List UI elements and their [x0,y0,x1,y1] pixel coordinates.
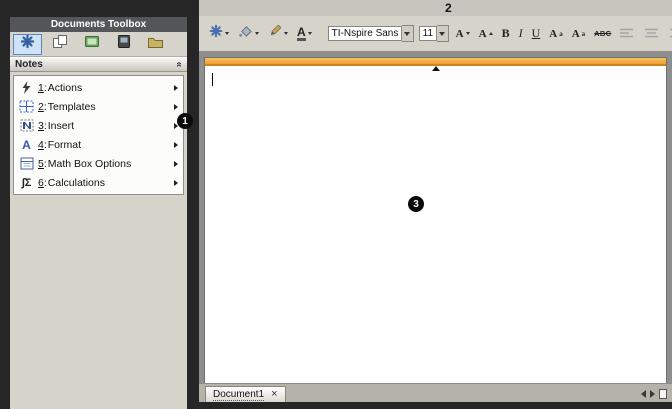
font-family-value: TI-Nspire Sans [328,26,402,41]
superscript-button[interactable]: Aa [547,24,564,44]
increase-arrow-icon [489,32,493,35]
fill-color-button[interactable] [236,24,261,44]
page-sorter-icon[interactable] [659,389,667,399]
insert-shape-icon [17,119,36,132]
submenu-arrow-icon [174,180,178,186]
notes-section-header[interactable]: Notes » [10,57,187,72]
callout-3: 3 [408,196,424,212]
documents-toolbox-panel: Documents Toolbox [10,17,187,409]
main-area: 2 A [199,0,672,409]
align-center-button[interactable] [643,24,660,44]
menu-item-format[interactable]: A 4:Format [14,135,183,154]
page-sorter-tab[interactable] [45,34,74,55]
submenu-arrow-icon [174,161,178,167]
align-center-icon [645,28,658,39]
up-arrow-icon [432,49,440,71]
toolbar-collapse-arrow[interactable] [432,49,440,67]
folder-icon [147,35,164,54]
dark-device-icon [116,34,132,54]
font-size-select[interactable]: 11 [419,25,449,42]
pages-icon [52,34,68,54]
document-tab[interactable]: Document1 × [205,386,286,402]
font-family-dropdown-button[interactable] [402,25,414,42]
templates-grid-icon [17,100,36,113]
lightning-bolt-icon [17,81,36,94]
menu-item-insert[interactable]: 3:Insert [14,116,183,135]
collapse-chevron-icon[interactable]: » [176,59,182,70]
integral-sigma-icon: ∫Σ [17,177,36,189]
notes-title: Notes [15,59,43,70]
text-color-a-icon: A [297,26,306,42]
content-explorer-tab[interactable] [109,34,138,55]
submenu-arrow-icon [174,104,178,110]
submenu-arrow-icon [174,142,178,148]
document-page[interactable] [204,57,667,383]
underline-button[interactable]: U [530,24,543,44]
pencil-icon [268,24,282,43]
tools-asterisk-icon [209,24,223,43]
increase-font-size-button[interactable]: A [477,24,495,44]
menu-item-math-box-options[interactable]: 5:Math Box Options [14,154,183,173]
document-workspace [199,52,672,383]
align-right-button[interactable] [668,24,672,44]
menu-item-calculations[interactable]: ∫Σ 6:Calculations [14,173,183,192]
font-family-select[interactable]: TI-Nspire Sans [328,25,414,42]
formatting-toolbar: A TI-Nspire Sans 11 A A B I U [199,16,672,52]
align-left-button[interactable] [618,24,635,44]
align-left-icon [620,28,633,39]
notes-menu: 1:Actions 2:Templates 3:Insert A 4:Forma… [13,75,184,195]
top-strip: 2 [199,0,672,16]
decrease-arrow-icon [466,32,470,35]
tab-navigation [641,389,672,402]
text-cursor [212,73,213,86]
paint-bucket-icon [238,24,253,43]
font-size-dropdown-button[interactable] [437,25,449,42]
previous-page-arrow[interactable] [641,390,646,398]
submenu-arrow-icon [174,85,178,91]
disabled-toolbar-group [618,24,672,44]
next-page-arrow[interactable] [650,390,655,398]
dropdown-arrow-icon [439,32,445,36]
dropdown-arrow-icon [284,32,288,35]
decrease-font-size-button[interactable]: A [454,24,472,44]
document-tools-button[interactable] [207,24,231,44]
tools-asterisk-icon [20,34,35,54]
document-tab-bar: Document1 × [199,383,672,402]
strikethrough-button[interactable]: ABC [592,24,613,44]
tinspire-window: Documents Toolbox [0,0,672,409]
font-size-value: 11 [419,26,437,41]
italic-button[interactable]: I [517,24,525,44]
text-color-button[interactable]: A [295,24,314,44]
utilities-tab[interactable] [141,34,170,55]
callout-1: 1 [177,113,193,129]
dropdown-arrow-icon [225,32,229,35]
dropdown-arrow-icon [308,32,312,35]
line-color-button[interactable] [266,24,290,44]
toolbox-tab-strip [10,32,187,57]
smartview-tab[interactable] [77,34,106,55]
close-tab-button[interactable]: × [271,389,277,400]
callout-2: 2 [445,1,452,15]
menu-item-templates[interactable]: 2:Templates [14,97,183,116]
dropdown-arrow-icon [404,32,410,36]
document-tools-tab[interactable] [13,34,42,55]
toolbox-title: Documents Toolbox [10,17,187,32]
dropdown-arrow-icon [255,32,259,35]
bold-button[interactable]: B [500,24,512,44]
math-box-icon [17,157,36,170]
green-device-icon [84,34,100,54]
format-a-icon: A [17,138,36,152]
subscript-button[interactable]: Aa [570,24,587,44]
document-tab-label: Document1 [213,389,264,401]
menu-item-actions[interactable]: 1:Actions [14,78,183,97]
